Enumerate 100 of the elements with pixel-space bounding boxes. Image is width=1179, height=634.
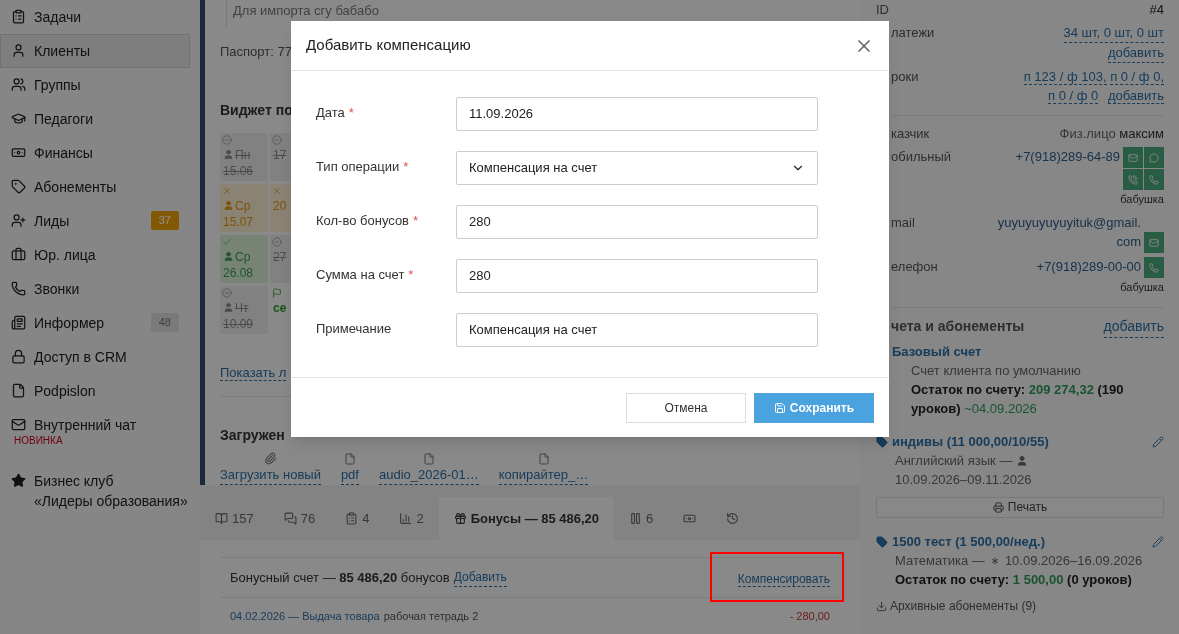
status-icon: [272, 134, 282, 145]
add-link[interactable]: добавить: [1103, 316, 1164, 338]
print-button[interactable]: Печать: [876, 497, 1164, 518]
person-icon: [223, 149, 234, 160]
sidebar-item[interactable]: Podpislon: [0, 374, 190, 408]
sidebar-item[interactable]: Звонки: [0, 272, 190, 306]
file-icon: [343, 452, 356, 465]
balance-text: Остаток по счету: 209 274,32 (190 уроков) ~04.09.2026: [911, 381, 1125, 418]
input-field[interactable]: 280: [456, 259, 818, 293]
contact-button[interactable]: [1144, 232, 1164, 253]
customer-value: Физ.лицо максим: [1059, 125, 1164, 143]
field-label: латежи: [891, 24, 935, 42]
tab[interactable]: 6: [614, 497, 669, 540]
compensate-link[interactable]: Компенсировать: [737, 571, 830, 587]
balance-text: Остаток по счету: 1 500,00 (0 уроков): [895, 571, 1133, 589]
required-mark: *: [348, 104, 354, 122]
tag-icon: [876, 435, 888, 448]
transaction-amount: - 280,00: [789, 608, 830, 624]
contact-button[interactable]: [1123, 147, 1143, 168]
contact-value: +7(918)289-64-89: [1015, 148, 1120, 166]
sidebar-item[interactable]: Лиды 37: [0, 204, 190, 238]
tile-day: Ср: [235, 197, 251, 214]
field-label: ID: [876, 1, 889, 19]
tile-date: се: [273, 300, 287, 315]
menu-label: Звонки: [34, 280, 81, 299]
lesson-tile[interactable]: Ср 26.08: [220, 234, 268, 283]
required-mark: *: [403, 158, 409, 176]
tile-date: 26.08: [223, 265, 254, 280]
save-button[interactable]: Сохранить: [754, 392, 874, 423]
file-link[interactable]: audio_2026-01…: [378, 464, 479, 485]
menu-label: Группы: [34, 76, 82, 95]
add-link[interactable]: добавить: [1107, 43, 1164, 63]
sidebar-item[interactable]: Бизнес клуб «Лидеры образования»: [0, 464, 190, 518]
field-label: mail: [891, 214, 915, 232]
sidebar-item[interactable]: Доступ в CRM: [0, 340, 190, 374]
menu-icon: [11, 213, 26, 228]
account-title[interactable]: индивы (11 000,00/10/55): [892, 432, 1049, 451]
tab[interactable]: 157: [200, 497, 269, 540]
input-field[interactable]: Компенсация на счет: [456, 313, 818, 347]
status-icon: [272, 185, 282, 196]
contact-button[interactable]: [1144, 147, 1164, 168]
contact-button[interactable]: [1144, 257, 1164, 278]
tab-icon: [215, 512, 228, 525]
files-title: Загружен: [220, 425, 285, 445]
lessons-link[interactable]: п 0 / ф 0: [1048, 88, 1099, 104]
tab-icon: [399, 512, 413, 525]
input-field[interactable]: 280: [456, 205, 818, 239]
file-link[interactable]: pdf: [340, 464, 359, 485]
menu-label: Педагоги: [34, 110, 94, 129]
sidebar-item[interactable]: Финансы: [0, 136, 190, 170]
account-title[interactable]: Базовый счет: [892, 342, 982, 361]
lesson-tile[interactable]: се: [270, 285, 318, 334]
payments-link[interactable]: 34 шт, 0 шт, 0 шт: [1063, 23, 1164, 43]
tab[interactable]: 2: [384, 497, 439, 540]
input-field[interactable]: 11.09.2026: [456, 97, 818, 131]
tab-icon: [453, 512, 467, 525]
edit-icon[interactable]: [1152, 435, 1164, 448]
contact-icon: [1149, 237, 1159, 248]
sidebar-item[interactable]: Внутренний чат НОВИНКА: [0, 408, 190, 458]
tab[interactable]: Бонусы — 85 486,20: [438, 497, 615, 540]
sidebar-item[interactable]: Юр. лица: [0, 238, 190, 272]
contact-note: бабушка: [1120, 280, 1164, 295]
field-label: Кол-во бонусов: [316, 212, 410, 230]
file-icon: [422, 452, 435, 465]
status-icon: [272, 236, 282, 247]
account-description: Счет клиента по умолчанию: [911, 363, 1081, 378]
sidebar-item[interactable]: Информер 48: [0, 306, 190, 340]
file-link[interactable]: копирайтер_…: [498, 464, 589, 485]
show-more-link[interactable]: Показать л: [220, 364, 287, 381]
file-link[interactable]: Загрузить новый: [220, 464, 321, 485]
menu-icon: [11, 281, 26, 296]
contact-value: yuyuyuyuyuyituk@gmail.com: [996, 214, 1141, 251]
tab[interactable]: 76: [268, 497, 331, 540]
cancel-button[interactable]: Отмена: [626, 392, 746, 423]
archive-link[interactable]: Архивные абонементы (9): [890, 597, 1037, 615]
add-link[interactable]: Добавить: [453, 568, 507, 587]
lessons-link[interactable]: п 123 / ф 103,: [1023, 69, 1107, 85]
edit-icon[interactable]: [1152, 535, 1164, 548]
select-field[interactable]: Компенсация на счет: [456, 151, 818, 185]
menu-icon: [11, 417, 26, 432]
sidebar-item[interactable]: Абонементы: [0, 170, 190, 204]
lessons-link[interactable]: п 0 / ф 0,: [1110, 69, 1164, 85]
contact-button[interactable]: [1123, 169, 1143, 190]
account-title[interactable]: 1500 тест (1 500,00/нед.): [892, 532, 1045, 551]
sidebar-item[interactable]: Клиенты: [0, 34, 190, 68]
add-link[interactable]: добавить: [1107, 88, 1164, 104]
sidebar-item[interactable]: Задачи: [0, 0, 190, 34]
menu-icon: [11, 473, 26, 488]
tab[interactable]: 4: [330, 497, 385, 540]
contact-icon: [1149, 152, 1159, 163]
contact-value: +7(918)289-00-00: [1036, 258, 1141, 276]
lesson-tile[interactable]: Ср 15.07: [220, 183, 268, 232]
transaction-link[interactable]: 04.02.2026 — Выдача товара: [230, 607, 380, 625]
menu-label: Podpislon: [34, 382, 97, 401]
contact-button[interactable]: [1144, 169, 1164, 190]
menu-icon: [11, 383, 26, 398]
paperclip-icon: [263, 451, 277, 465]
sidebar-item[interactable]: Группы: [0, 68, 190, 102]
menu-icon: [11, 315, 26, 330]
sidebar-item[interactable]: Педагоги: [0, 102, 190, 136]
